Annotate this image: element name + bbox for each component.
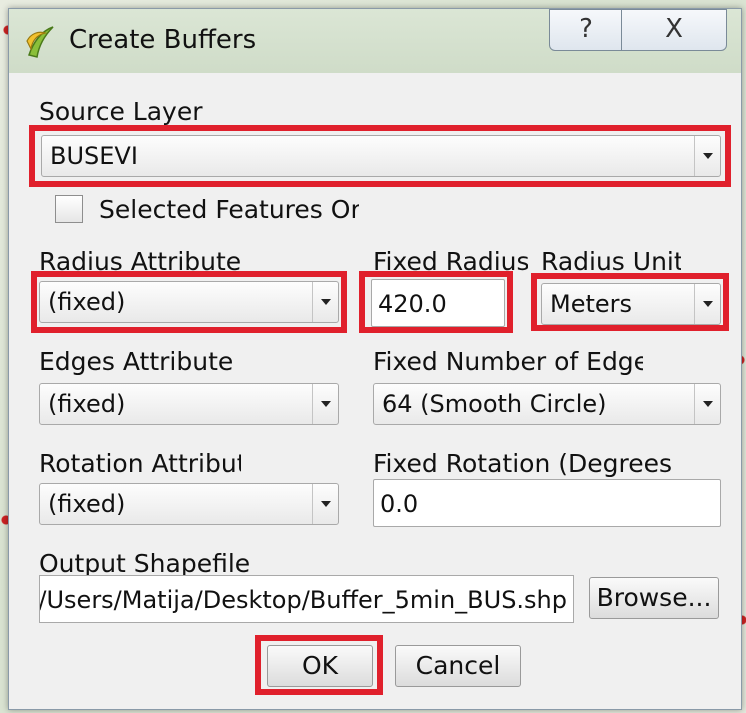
chevron-down-icon: [312, 282, 338, 322]
fixed-rotation-label: Fixed Rotation (Degrees: [373, 449, 672, 478]
output-shapefile-value: C:/Users/Matija/Desktop/Buffer_5min_BUS.…: [39, 586, 567, 614]
output-shapefile-label: Output Shapefile: [39, 549, 251, 578]
chevron-down-icon: [312, 484, 338, 524]
chevron-down-icon: [694, 384, 720, 424]
rotation-attribute-value: (fixed): [48, 490, 126, 518]
ok-button[interactable]: OK: [267, 645, 373, 687]
fixed-radius-value: 420.0: [378, 290, 447, 318]
create-buffers-dialog: Create Buffers ? X Source Layer BUSEVI S…: [8, 8, 742, 710]
help-button[interactable]: ?: [549, 9, 623, 51]
source-layer-value: BUSEVI: [50, 142, 138, 170]
fixed-rotation-input[interactable]: 0.0: [373, 479, 721, 527]
chevron-down-icon: [312, 384, 338, 424]
radius-attribute-value: (fixed): [48, 288, 126, 316]
radius-attribute-combo[interactable]: (fixed): [39, 281, 339, 323]
title-bar: Create Buffers ? X: [9, 9, 741, 73]
radius-unit-value: Meters: [550, 290, 633, 318]
radius-attribute-label: Radius Attribute: [39, 247, 242, 276]
fixed-radius-input[interactable]: 420.0: [371, 279, 505, 327]
fixed-radius-label: Fixed Radius: [373, 247, 528, 276]
source-layer-combo[interactable]: BUSEVI: [41, 135, 721, 177]
qgis-app-icon: [26, 26, 54, 58]
browse-button[interactable]: Browse...: [589, 577, 719, 619]
fixed-rotation-value: 0.0: [380, 490, 419, 518]
fixed-edges-label: Fixed Number of Edges: [373, 347, 643, 376]
selected-features-checkbox[interactable]: [55, 195, 83, 223]
radius-unit-combo[interactable]: Meters: [541, 283, 721, 325]
source-layer-label: Source Layer: [39, 97, 203, 126]
close-button[interactable]: X: [621, 9, 727, 51]
edges-attribute-label: Edges Attribute: [39, 347, 234, 376]
edges-attribute-combo[interactable]: (fixed): [39, 383, 339, 425]
radius-unit-label: Radius Unit: [541, 247, 681, 276]
fixed-edges-value: 64 (Smooth Circle): [382, 390, 607, 418]
chevron-down-icon: [694, 284, 720, 324]
chevron-down-icon: [694, 136, 720, 176]
cancel-button[interactable]: Cancel: [395, 645, 521, 687]
output-shapefile-input[interactable]: C:/Users/Matija/Desktop/Buffer_5min_BUS.…: [39, 575, 574, 623]
fixed-edges-combo[interactable]: 64 (Smooth Circle): [373, 383, 721, 425]
dialog-title: Create Buffers: [69, 25, 257, 55]
rotation-attribute-combo[interactable]: (fixed): [39, 483, 339, 525]
rotation-attribute-label: Rotation Attribute: [39, 449, 241, 478]
edges-attribute-value: (fixed): [48, 390, 126, 418]
selected-features-label: Selected Features Or: [99, 195, 359, 224]
